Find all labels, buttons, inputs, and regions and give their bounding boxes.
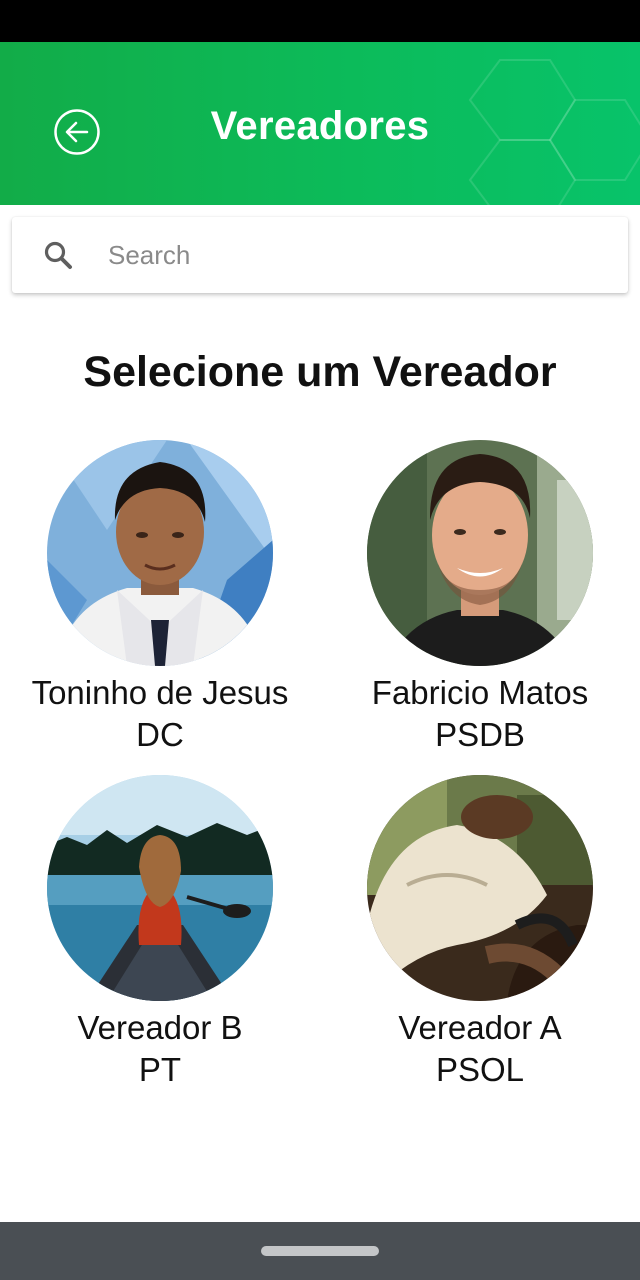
page-title: Vereadores	[210, 104, 430, 148]
councilor-name: Fabricio Matos	[371, 674, 589, 711]
councilor-party: PT	[138, 1051, 182, 1088]
home-indicator[interactable]	[261, 1246, 379, 1256]
search-input[interactable]	[108, 233, 598, 277]
avatar	[367, 440, 593, 666]
councilor-card[interactable]: Vereador A PSOL	[320, 775, 640, 1095]
avatar	[367, 775, 593, 1001]
avatar	[47, 775, 273, 1001]
councilor-name: Toninho de Jesus	[31, 674, 289, 711]
councilor-party: DC	[136, 716, 184, 753]
councilor-party: PSDB	[435, 716, 525, 753]
avatar	[47, 440, 273, 666]
councilor-card[interactable]: Toninho de Jesus DC	[0, 440, 320, 760]
status-bar	[0, 0, 640, 42]
councilor-party: PSOL	[435, 1051, 525, 1088]
section-title: Selecione um Vereador	[83, 348, 557, 396]
councilor-name: Vereador B	[77, 1009, 243, 1046]
councilor-name: Vereador A	[398, 1009, 562, 1046]
councilor-card[interactable]: Fabricio Matos PSDB	[320, 440, 640, 760]
search-bar[interactable]	[12, 217, 628, 293]
councilor-card[interactable]: Vereador B PT	[0, 775, 320, 1095]
system-navigation-bar	[0, 1222, 640, 1280]
search-icon	[44, 241, 72, 269]
app-header: Vereadores	[0, 42, 640, 205]
